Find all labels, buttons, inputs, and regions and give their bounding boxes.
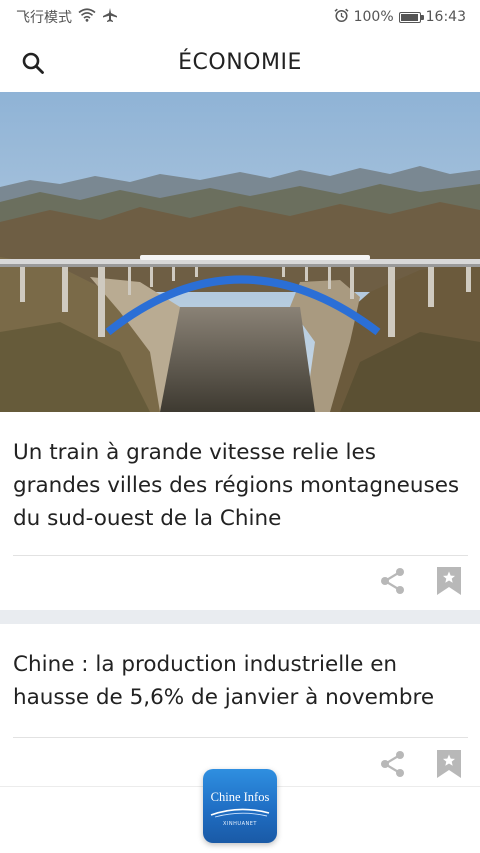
clock-time: 16:43	[425, 9, 466, 25]
bookmark-star-icon	[437, 567, 461, 595]
share-button[interactable]	[378, 749, 408, 779]
divider	[13, 737, 468, 738]
battery-icon	[398, 11, 424, 23]
status-left: 飞行模式	[16, 7, 118, 27]
divider	[13, 555, 468, 556]
alarm-icon	[334, 8, 349, 27]
bookmark-button[interactable]	[434, 749, 464, 779]
search-icon	[22, 52, 44, 74]
share-icon	[381, 568, 404, 594]
share-icon	[381, 751, 404, 777]
app-header: ÉCONOMIE	[0, 34, 480, 90]
search-button[interactable]	[18, 48, 48, 78]
page-title: ÉCONOMIE	[178, 49, 302, 75]
app-logo-button[interactable]: Chine Infos XINHUANET	[203, 769, 277, 843]
app-logo-title: Chine Infos	[210, 790, 270, 804]
airplane-icon	[102, 7, 118, 27]
article-actions	[378, 749, 464, 779]
article-title[interactable]: Chine : la production industrielle en ha…	[13, 648, 467, 714]
bookmark-button[interactable]	[434, 566, 464, 596]
article-actions	[378, 566, 464, 596]
logo-swoosh-icon	[210, 808, 270, 818]
status-bar: 飞行模式 100% 16:43	[0, 0, 480, 34]
wifi-icon	[78, 8, 96, 26]
bridge-landscape-image	[0, 92, 480, 412]
battery-percent: 100%	[353, 9, 394, 25]
article-title[interactable]: Un train à grande vitesse relie les gran…	[13, 436, 467, 535]
article-hero-image[interactable]	[0, 92, 480, 412]
app-logo-subtitle: XINHUANET	[223, 821, 257, 827]
share-button[interactable]	[378, 566, 408, 596]
section-separator	[0, 610, 480, 624]
carrier-text: 飞行模式	[16, 10, 72, 26]
bookmark-star-icon	[437, 750, 461, 778]
status-right: 100% 16:43	[334, 8, 466, 27]
